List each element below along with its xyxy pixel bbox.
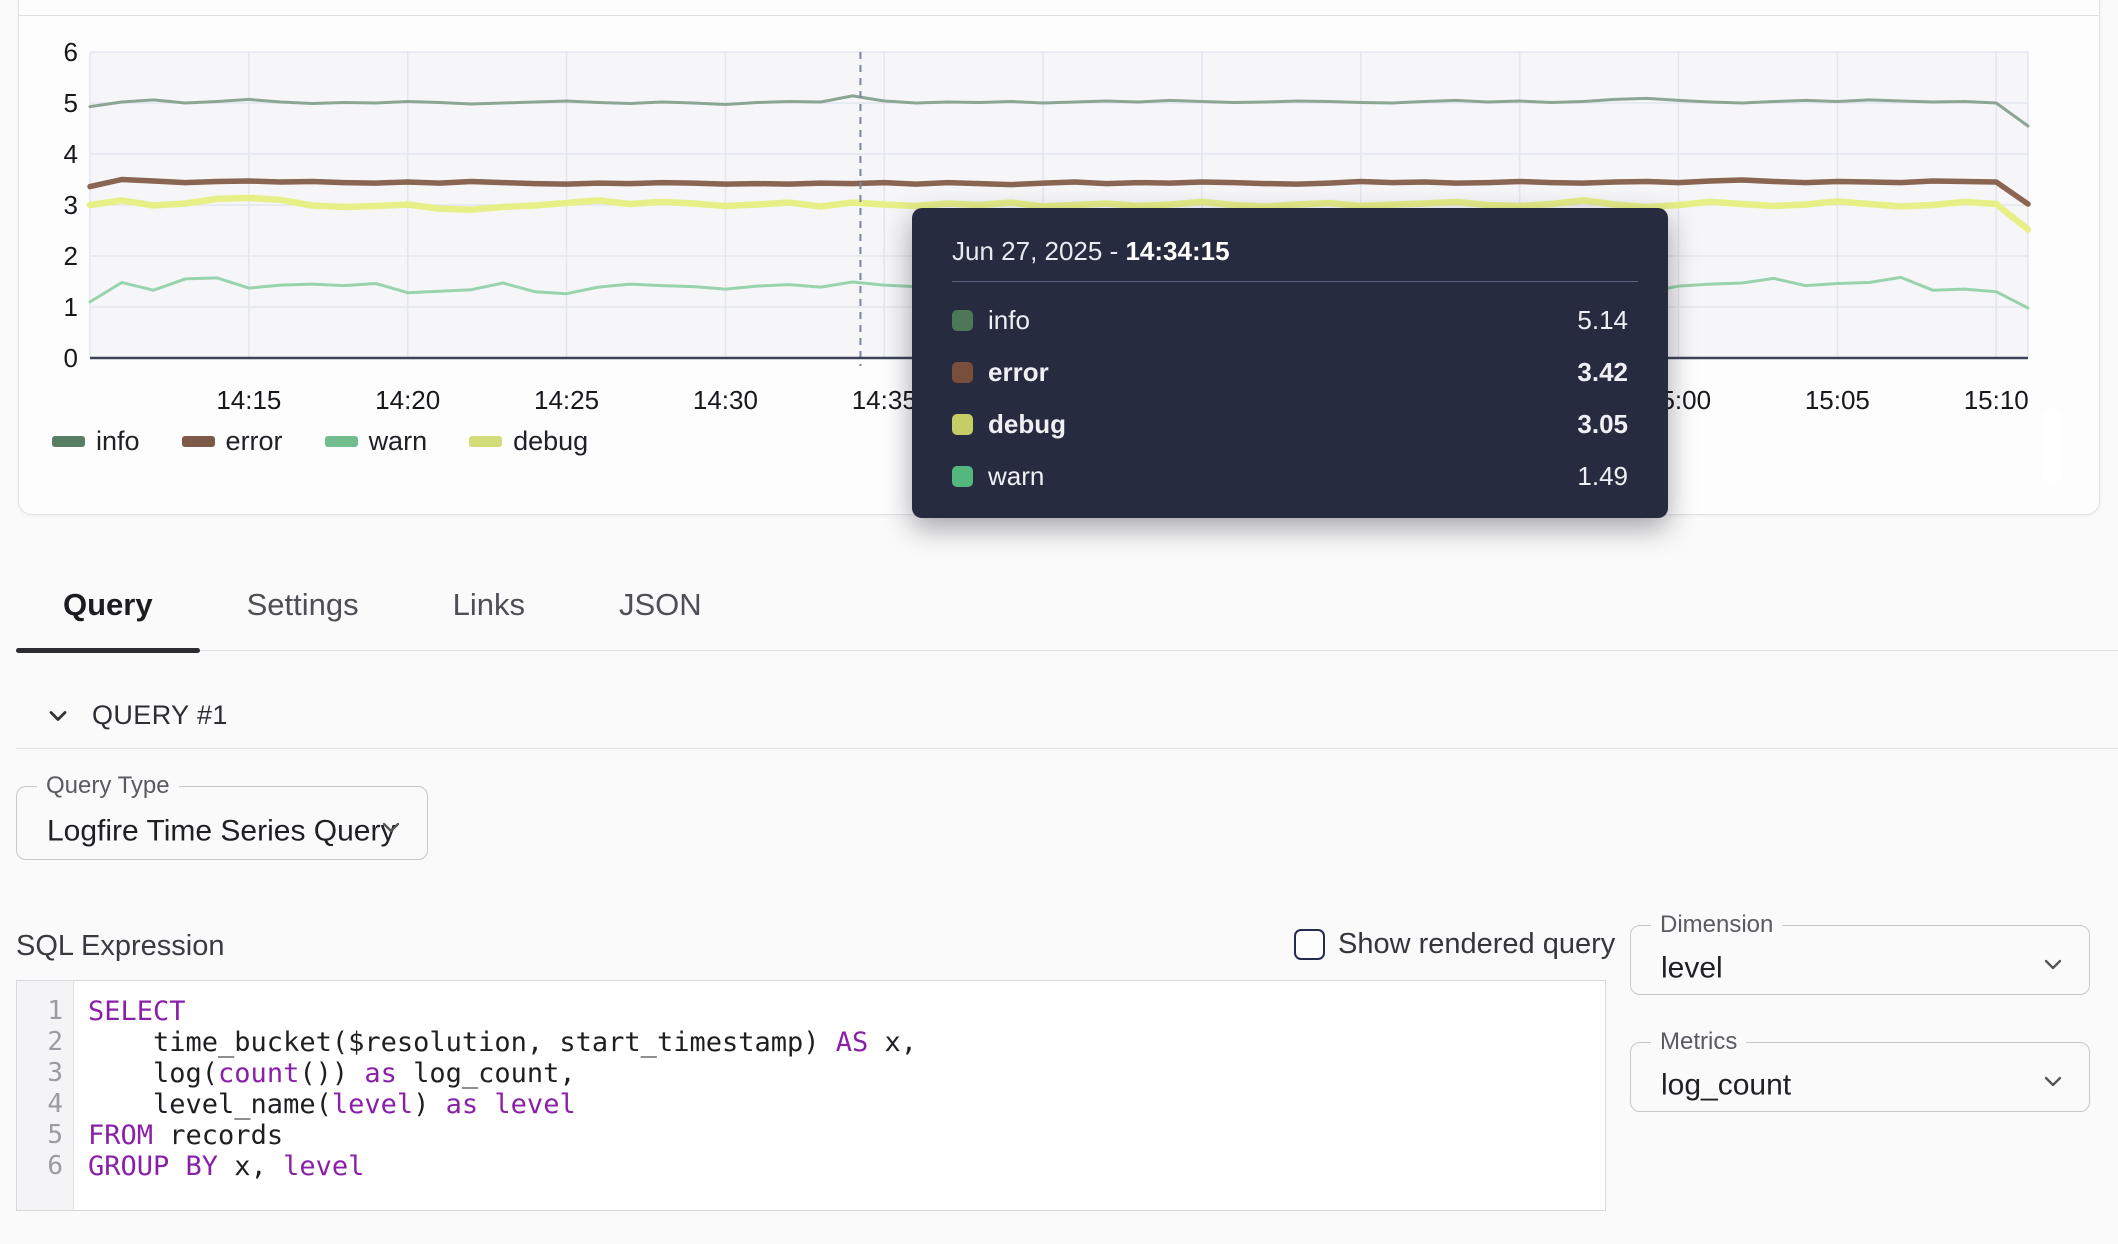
- legend-item-debug[interactable]: debug: [469, 426, 588, 457]
- code-line: FROM records: [88, 1120, 1605, 1151]
- legend-label: error: [226, 426, 283, 457]
- legend-item-error[interactable]: error: [182, 426, 283, 457]
- tooltip-series-value: 1.49: [1577, 461, 1628, 492]
- chart-tooltip: Jun 27, 2025 - 14:34:15 info 5.14 error 3.4…: [912, 208, 1668, 518]
- legend-swatch-error: [182, 436, 215, 447]
- line-number: 3: [17, 1058, 63, 1089]
- legend-label: info: [96, 426, 140, 457]
- panel-top-divider: [19, 15, 2099, 16]
- legend-item-info[interactable]: info: [52, 426, 140, 457]
- tab-settings[interactable]: Settings: [200, 560, 406, 650]
- line-number: 4: [17, 1089, 63, 1120]
- dimension-value: level: [1661, 951, 1723, 985]
- chart-legend: info error warn debug: [52, 426, 588, 457]
- tab-links[interactable]: Links: [406, 560, 572, 650]
- query-type-label: Query Type: [37, 772, 179, 800]
- tooltip-row-debug: debug 3.05: [952, 398, 1628, 450]
- line-numbers: 123456: [17, 981, 74, 1210]
- line-number: 2: [17, 1027, 63, 1058]
- tooltip-row-info: info 5.14: [952, 294, 1628, 346]
- dimension-label: Dimension: [1651, 911, 1782, 939]
- chevron-down-icon: [377, 813, 405, 846]
- chevron-down-icon: [2039, 1067, 2067, 1100]
- code-line: time_bucket($resolution, start_timestamp…: [88, 1027, 1605, 1058]
- dimension-select[interactable]: Dimension level: [1630, 911, 2090, 995]
- code-line: SELECT: [88, 996, 1605, 1027]
- legend-label: warn: [369, 426, 428, 457]
- line-number: 6: [17, 1151, 63, 1182]
- query-1-header: QUERY #1: [44, 700, 228, 731]
- tooltip-series-name: error: [988, 357, 1049, 388]
- metrics-label: Metrics: [1651, 1028, 1746, 1056]
- tooltip-series-name: debug: [988, 409, 1066, 440]
- chart-scrollbar[interactable]: [2042, 408, 2062, 484]
- tooltip-timestamp: Jun 27, 2025 - 14:34:15: [912, 208, 1668, 281]
- query-section-divider: [16, 748, 2118, 749]
- line-number: 1: [17, 996, 63, 1027]
- chevron-down-icon: [2039, 950, 2067, 983]
- tooltip-series-value: 3.05: [1577, 409, 1628, 440]
- legend-item-warn[interactable]: warn: [325, 426, 428, 457]
- tooltip-swatch-info: [952, 310, 973, 331]
- query-type-value: Logfire Time Series Query: [47, 814, 395, 848]
- tooltip-row-warn: warn 1.49: [952, 450, 1628, 502]
- tooltip-swatch-warn: [952, 466, 973, 487]
- tab-query[interactable]: Query: [16, 560, 200, 650]
- show-rendered-query-label: Show rendered query: [1338, 928, 1615, 961]
- legend-swatch-warn: [325, 436, 358, 447]
- tooltip-swatch-debug: [952, 414, 973, 435]
- sql-code-area[interactable]: SELECT time_bucket($resolution, start_ti…: [74, 981, 1605, 1210]
- query-type-select[interactable]: Query Type Logfire Time Series Query: [16, 772, 428, 860]
- tooltip-swatch-error: [952, 362, 973, 383]
- show-rendered-query-row: Show rendered query: [1294, 928, 1615, 961]
- page: 012345614:1514:2014:2514:3014:3514:4014:…: [0, 0, 2118, 1244]
- tooltip-series-name: info: [988, 305, 1030, 336]
- tab-json[interactable]: JSON: [572, 560, 749, 650]
- legend-swatch-info: [52, 436, 85, 447]
- tooltip-row-error: error 3.42: [952, 346, 1628, 398]
- legend-label: debug: [513, 426, 588, 457]
- show-rendered-query-checkbox[interactable]: [1294, 929, 1325, 960]
- code-line: log(count()) as log_count,: [88, 1058, 1605, 1089]
- tooltip-series-name: warn: [988, 461, 1044, 492]
- tooltip-series-value: 5.14: [1577, 305, 1628, 336]
- metrics-value: log_count: [1661, 1068, 1791, 1102]
- sql-expression-label: SQL Expression: [16, 930, 224, 963]
- query-1-label: QUERY #1: [92, 700, 228, 731]
- sql-editor: 123456 SELECT time_bucket($resolution, s…: [16, 980, 1606, 1211]
- code-line: GROUP BY x, level: [88, 1151, 1605, 1182]
- collapse-chevron-icon[interactable]: [44, 702, 72, 730]
- detail-tabs: QuerySettingsLinksJSON: [16, 560, 2118, 651]
- metrics-select[interactable]: Metrics log_count: [1630, 1028, 2090, 1112]
- tooltip-series-value: 3.42: [1577, 357, 1628, 388]
- code-line: level_name(level) as level: [88, 1089, 1605, 1120]
- line-number: 5: [17, 1120, 63, 1151]
- legend-swatch-debug: [469, 436, 502, 447]
- tooltip-rows: info 5.14 error 3.42 debug 3.05 warn 1.49: [912, 282, 1668, 518]
